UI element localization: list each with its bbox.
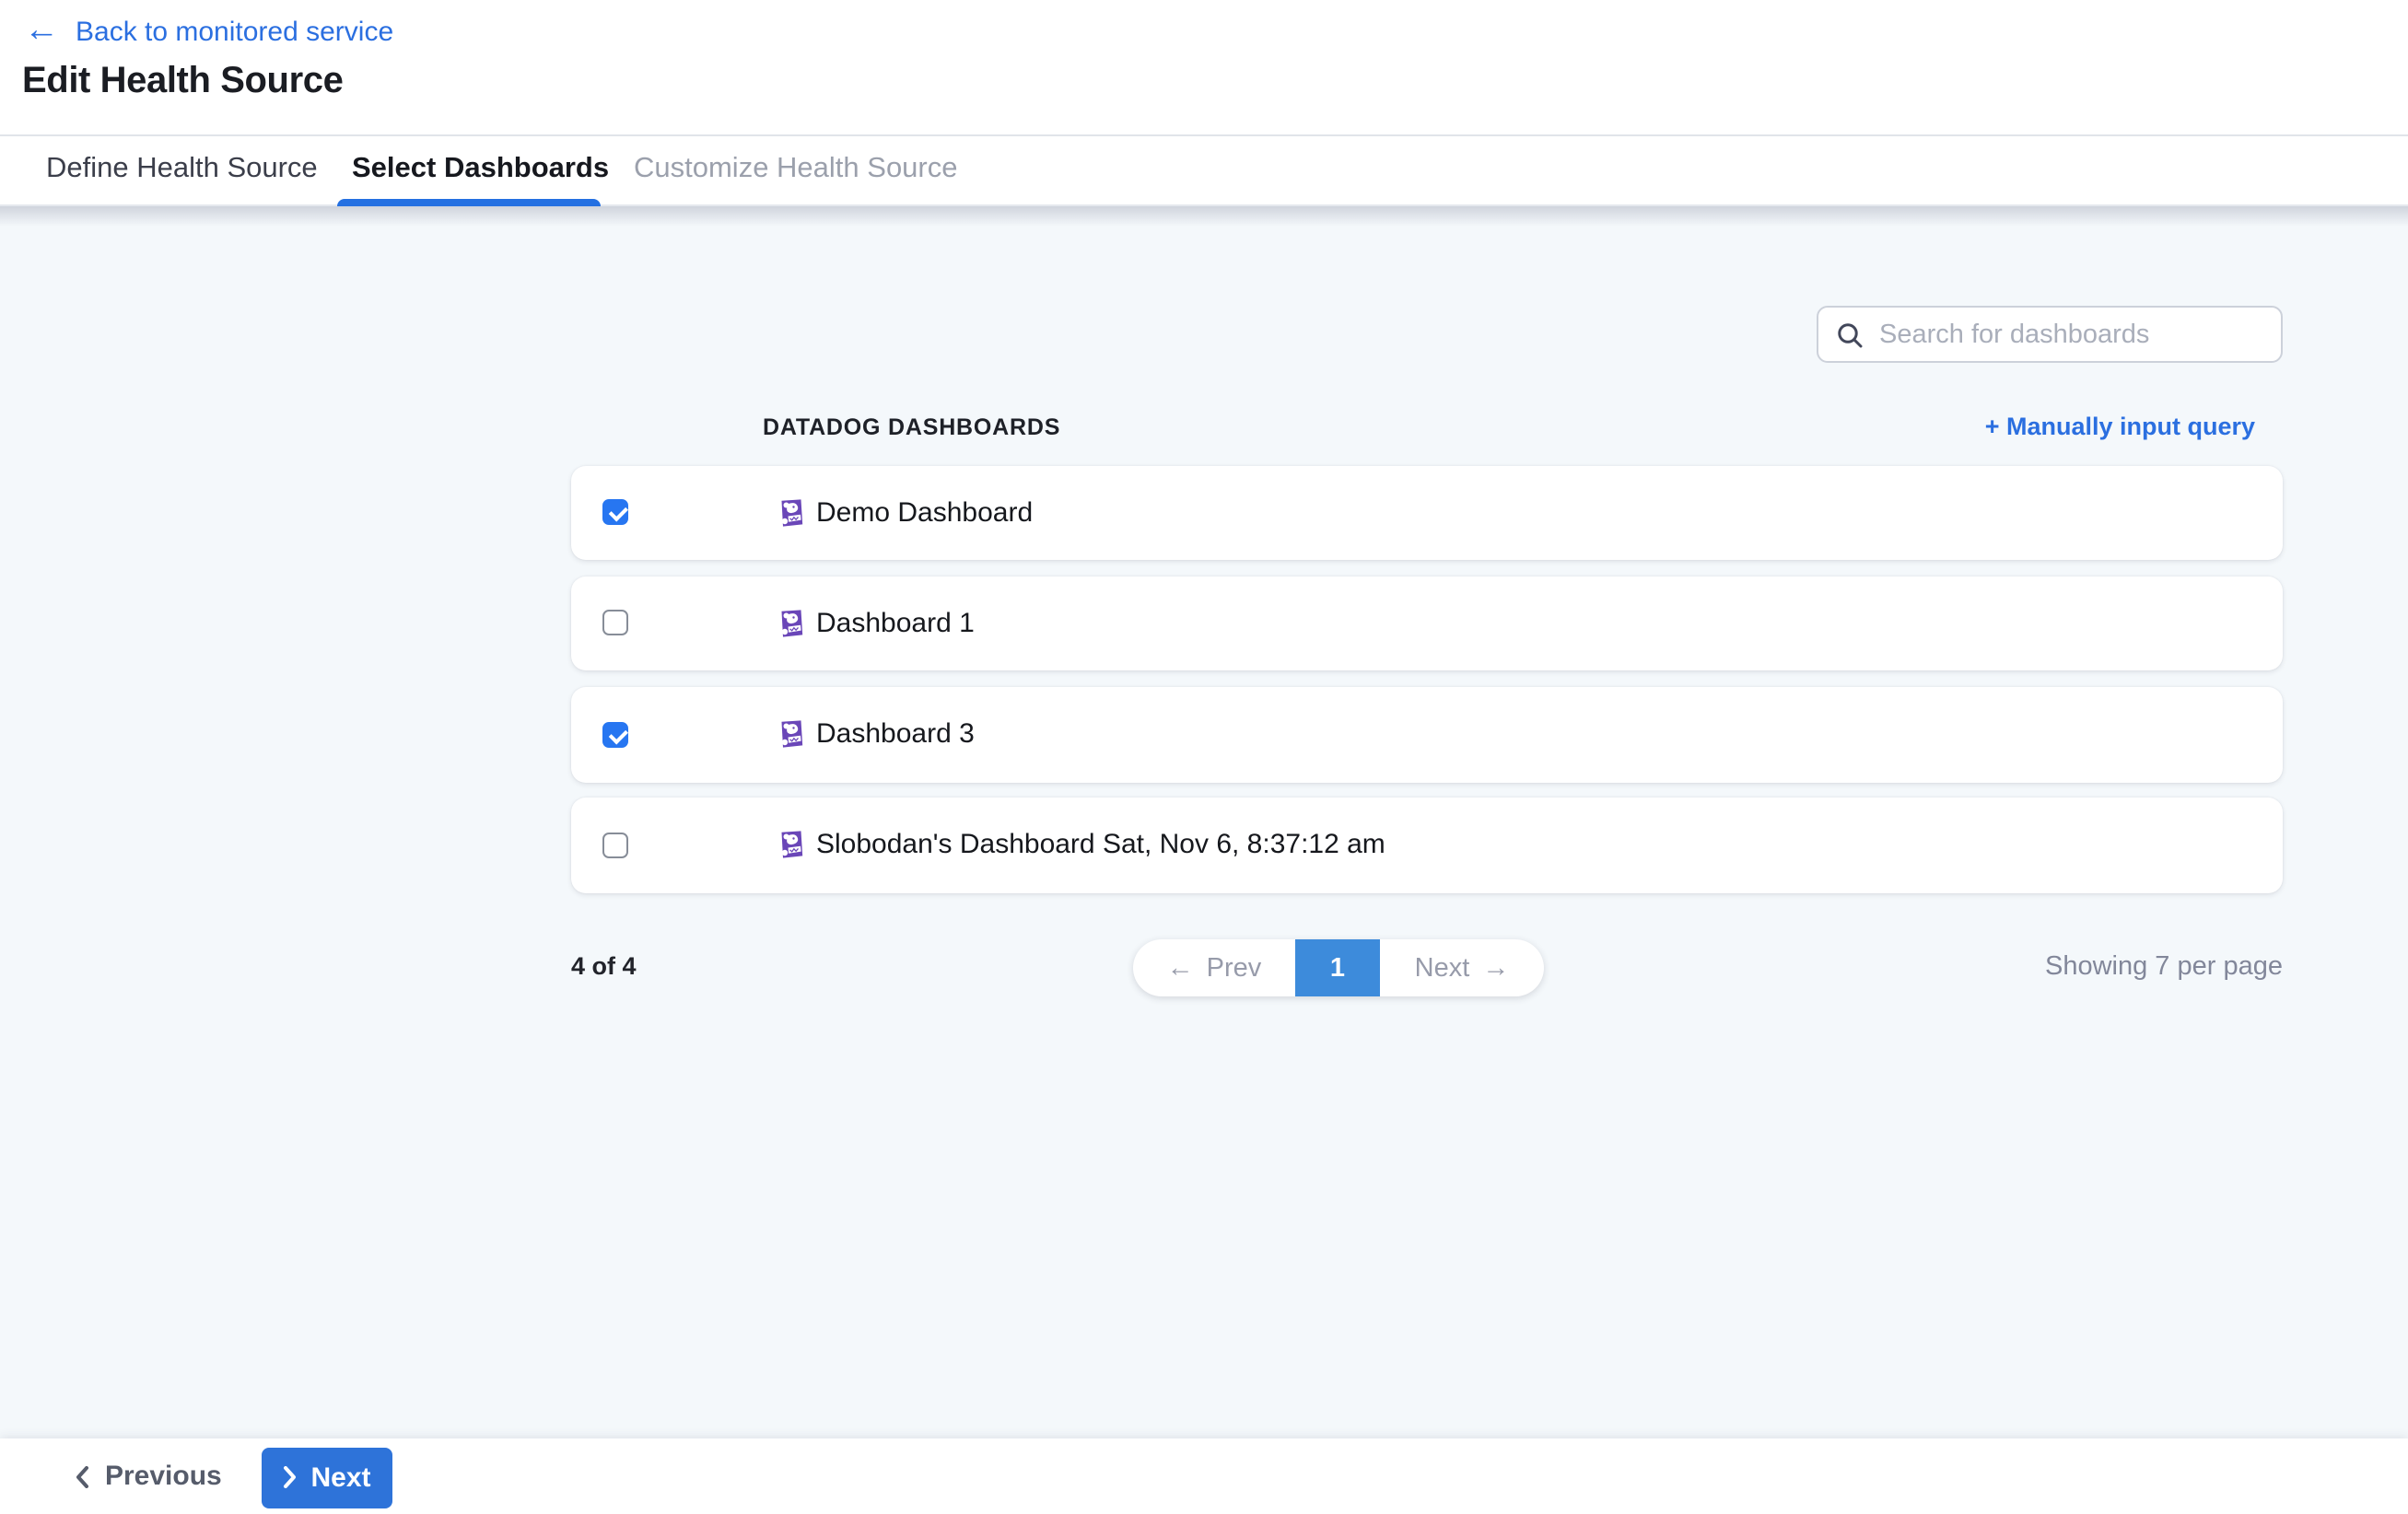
- next-button[interactable]: Next: [261, 1447, 392, 1508]
- wizard-tabbar: Define Health Source Select Dashboards C…: [0, 134, 2408, 206]
- dashboard-name: Dashboard 3: [816, 719, 975, 751]
- tab-select-dashboards[interactable]: Select Dashboards: [352, 135, 609, 204]
- pagination-next-button[interactable]: Next →: [1380, 939, 1544, 996]
- next-button-label: Next: [310, 1462, 370, 1493]
- back-link-label: Back to monitored service: [76, 16, 393, 47]
- page-header: ← Back to monitored service Edit Health …: [0, 0, 2408, 134]
- edit-health-source-page: ← Back to monitored service Edit Health …: [0, 0, 2408, 1514]
- datadog-icon: [779, 721, 803, 749]
- content-area: DATADOG DASHBOARDS + Manually input quer…: [0, 206, 2408, 1438]
- dashboard-checkbox[interactable]: [602, 610, 628, 635]
- dashboard-name: Demo Dashboard: [816, 497, 1033, 529]
- datadog-icon: [779, 832, 803, 859]
- result-count: 4 of 4: [571, 952, 637, 980]
- arrow-right-icon: →: [1482, 953, 1509, 983]
- datadog-icon: [779, 499, 803, 527]
- chevron-right-icon: [281, 1466, 298, 1488]
- datadog-icon: [779, 610, 803, 637]
- previous-button-label: Previous: [105, 1461, 222, 1492]
- dashboard-search-box: [1817, 306, 2283, 363]
- search-input[interactable]: [1879, 320, 2262, 349]
- dashboard-row[interactable]: Demo Dashboard: [571, 465, 2283, 560]
- dashboard-checkbox[interactable]: [602, 721, 628, 747]
- chevron-left-icon: [74, 1465, 90, 1487]
- page-title: Edit Health Source: [22, 61, 343, 103]
- dashboard-row[interactable]: Dashboard 3: [571, 687, 2283, 782]
- search-icon: [1837, 321, 1863, 347]
- footer-bar: Previous Next: [0, 1438, 2408, 1514]
- dashboard-row[interactable]: Dashboard 1: [571, 576, 2283, 670]
- arrow-left-icon: ←: [24, 15, 59, 48]
- back-to-monitored-service-link[interactable]: ← Back to monitored service: [24, 15, 393, 48]
- tab-define-health-source[interactable]: Define Health Source: [46, 135, 318, 204]
- arrow-left-icon: ←: [1167, 953, 1194, 983]
- dashboard-name: Slobodan's Dashboard Sat, Nov 6, 8:37:12…: [816, 830, 1385, 861]
- dashboard-checkbox[interactable]: [602, 499, 628, 525]
- per-page-label: Showing 7 per page: [2045, 952, 2283, 982]
- pagination-prev-button[interactable]: ← Prev: [1133, 939, 1295, 996]
- tab-customize-health-source[interactable]: Customize Health Source: [634, 135, 958, 204]
- dashboard-row[interactable]: Slobodan's Dashboard Sat, Nov 6, 8:37:12…: [571, 798, 2283, 892]
- active-tab-underline: [336, 199, 600, 206]
- list-column-header: DATADOG DASHBOARDS: [763, 414, 1060, 440]
- previous-button[interactable]: Previous: [74, 1438, 222, 1514]
- pagination-page-1[interactable]: 1: [1295, 939, 1380, 996]
- dashboard-checkbox[interactable]: [602, 832, 628, 857]
- manually-input-query-link[interactable]: + Manually input query: [1985, 413, 2255, 440]
- pagination: ← Prev 1 Next →: [1133, 939, 1544, 996]
- dashboard-name: Dashboard 1: [816, 608, 975, 639]
